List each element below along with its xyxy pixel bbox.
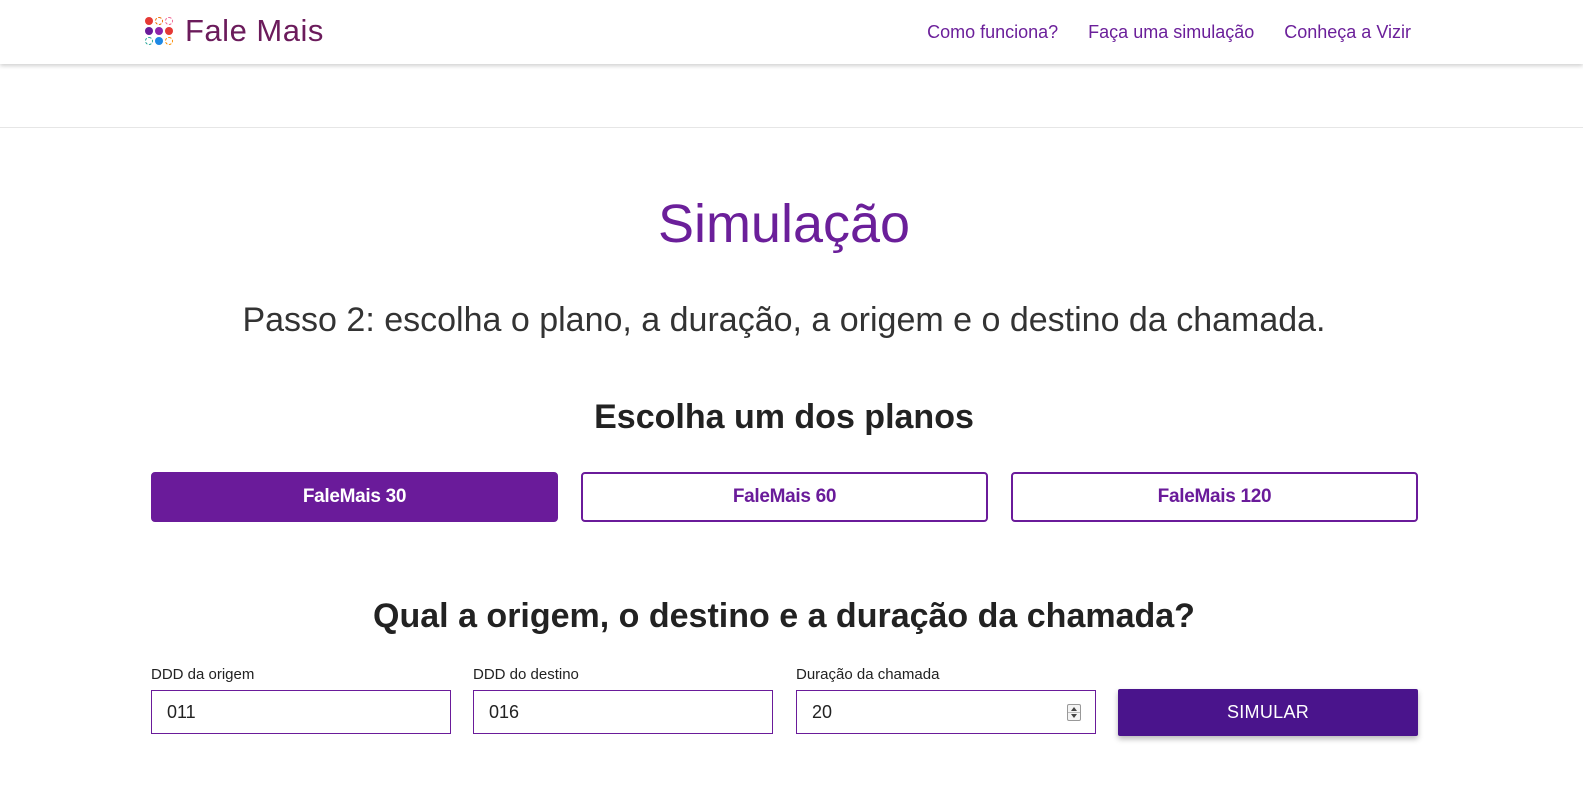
duration-label: Duração da chamada	[796, 666, 940, 683]
plan-button-falemais-120[interactable]: FaleMais 120	[1011, 472, 1418, 522]
brand-name: Fale Mais	[185, 13, 324, 48]
duration-input[interactable]: 20	[796, 690, 1096, 734]
call-details-heading: Qual a origem, o destino e a duração da …	[373, 597, 1195, 635]
nav-link-conheca-vizir[interactable]: Conheça a Vizir	[1284, 20, 1411, 44]
plans-heading: Escolha um dos planos	[594, 398, 974, 436]
spinner-down-icon[interactable]	[1071, 714, 1077, 718]
brand[interactable]: Fale Mais	[143, 13, 324, 49]
duration-value: 20	[812, 702, 833, 722]
destination-ddd-label: DDD do destino	[473, 666, 579, 683]
top-navbar: Fale Mais Como funciona? Faça uma simula…	[0, 0, 1583, 64]
spinner-divider	[1068, 712, 1080, 713]
origin-ddd-input[interactable]: 011	[151, 690, 451, 734]
dotted-circles-logo-icon	[143, 15, 175, 47]
nav-link-simulacao[interactable]: Faça uma simulação	[1088, 20, 1254, 44]
section-divider	[0, 127, 1583, 128]
step-description: Passo 2: escolha o plano, a duração, a o…	[242, 301, 1326, 339]
origin-ddd-label: DDD da origem	[151, 666, 255, 683]
nav-link-como-funciona[interactable]: Como funciona?	[927, 20, 1058, 44]
destination-ddd-input[interactable]: 016	[473, 690, 773, 734]
page-title: Simulação	[657, 194, 911, 254]
main-nav: Como funciona? Faça uma simulação Conheç…	[927, 20, 1411, 44]
simulate-button[interactable]: SIMULAR	[1118, 689, 1418, 736]
plan-button-falemais-60[interactable]: FaleMais 60	[581, 472, 988, 522]
spinner-up-icon[interactable]	[1071, 707, 1077, 711]
plan-button-falemais-30[interactable]: FaleMais 30	[151, 472, 558, 522]
number-spinner[interactable]	[1067, 704, 1081, 721]
